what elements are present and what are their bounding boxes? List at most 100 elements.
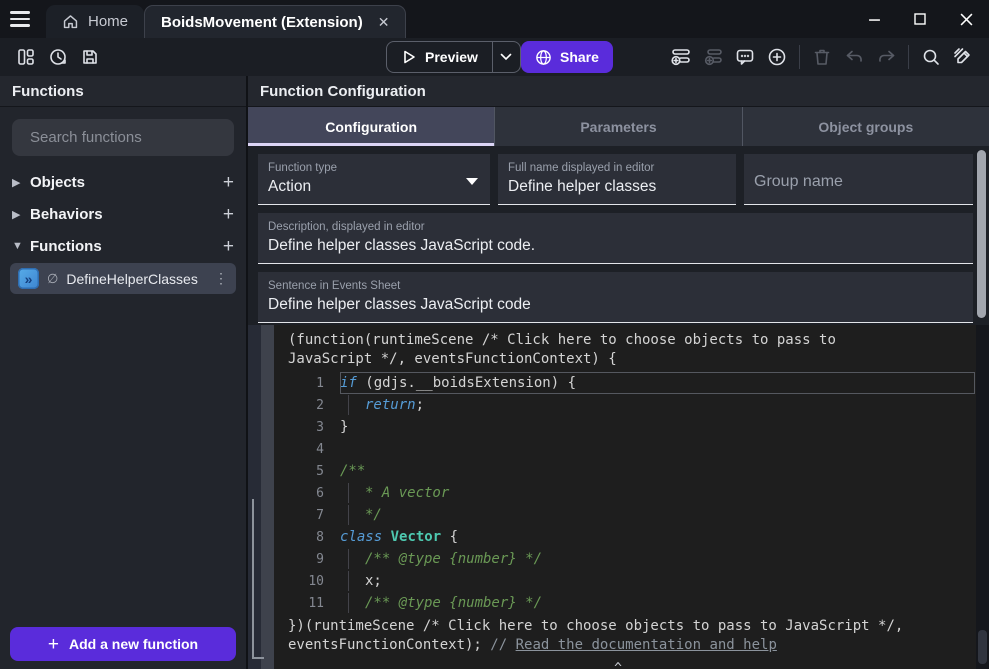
code-content[interactable]: return; xyxy=(340,394,975,416)
main-menu-button[interactable] xyxy=(0,0,40,38)
add-subevent-button[interactable] xyxy=(697,41,729,73)
documentation-link[interactable]: Read the documentation and help xyxy=(516,637,777,653)
search-button[interactable] xyxy=(915,41,947,73)
events-sheet-drag-handle[interactable] xyxy=(261,325,274,669)
history-icon xyxy=(48,47,68,67)
search-functions-box[interactable] xyxy=(12,119,234,156)
code-content[interactable]: } xyxy=(340,416,975,438)
function-item-definehelperclasses[interactable]: » ∅ DefineHelperClasses ⋮ xyxy=(10,263,236,294)
configuration-tabs: Configuration Parameters Object groups xyxy=(248,107,989,146)
line-number: 3 xyxy=(288,420,324,435)
add-object-icon[interactable]: + xyxy=(223,173,234,192)
code-line[interactable]: 3} xyxy=(288,416,975,438)
code-line[interactable]: 10 x; xyxy=(288,570,975,592)
undo-button[interactable] xyxy=(838,41,870,73)
toolbar-right-icons xyxy=(665,41,979,73)
code-content[interactable] xyxy=(340,438,975,460)
code-line[interactable]: 6 * A vector xyxy=(288,482,975,504)
code-content[interactable]: /** @type {number} */ xyxy=(340,592,975,614)
app-window: Home BoidsMovement (Extension) ✕ xyxy=(0,0,989,669)
home-icon xyxy=(62,13,79,30)
functions-sidebar: Functions ▶ Objects + ▶ Behaviors + ▼ Fu… xyxy=(0,76,248,669)
code-line[interactable]: 2 return; xyxy=(288,394,975,416)
code-content[interactable]: if (gdjs.__boidsExtension) { xyxy=(340,372,975,394)
preview-split-button: Preview xyxy=(386,41,521,73)
group-name-field[interactable]: Group name xyxy=(744,154,973,205)
js-code-editor[interactable]: (function(runtimeScene /* Click here to … xyxy=(274,325,989,669)
code-content[interactable]: /** xyxy=(340,460,975,482)
minimize-button[interactable] xyxy=(851,0,897,38)
save-button[interactable] xyxy=(74,41,106,73)
search-icon xyxy=(921,47,941,67)
sidebar-section-functions[interactable]: ▼ Functions + xyxy=(0,230,246,262)
code-content[interactable]: /** @type {number} */ xyxy=(340,548,975,570)
code-line[interactable]: 8class Vector { xyxy=(288,526,975,548)
code-line[interactable]: 11/** @type {number} */ xyxy=(288,592,975,614)
tab-configuration[interactable]: Configuration xyxy=(248,107,495,146)
add-behavior-icon[interactable]: + xyxy=(223,205,234,224)
globe-icon xyxy=(535,49,552,66)
close-button[interactable] xyxy=(943,0,989,38)
edit-properties-button[interactable] xyxy=(947,41,979,73)
edit-properties-icon xyxy=(952,46,974,68)
content: Functions ▶ Objects + ▶ Behaviors + ▼ Fu… xyxy=(0,76,989,669)
tab-close-icon[interactable]: ✕ xyxy=(378,14,390,31)
full-name-field[interactable]: Full name displayed in editor Define hel… xyxy=(498,154,736,205)
code-content[interactable]: * A vector xyxy=(340,482,975,504)
delete-button[interactable] xyxy=(806,41,838,73)
tab-extension[interactable]: BoidsMovement (Extension) ✕ xyxy=(144,5,406,38)
code-line[interactable]: 4 xyxy=(288,438,975,460)
chevron-right-icon: ▶ xyxy=(12,208,22,221)
line-number: 2 xyxy=(288,398,324,413)
chevron-down-icon xyxy=(500,53,512,61)
dropdown-caret-icon xyxy=(466,178,478,185)
play-icon xyxy=(401,49,417,65)
preview-options-button[interactable] xyxy=(492,42,520,72)
footer-comment-slashes: // xyxy=(490,637,515,653)
main-panel-title: Function Configuration xyxy=(248,76,989,107)
redo-button[interactable] xyxy=(870,41,902,73)
code-scrollbar-thumb[interactable] xyxy=(978,630,987,664)
events-sheet: (function(runtimeScene /* Click here to … xyxy=(248,325,989,669)
add-comment-button[interactable] xyxy=(729,41,761,73)
add-new-function-button[interactable]: + Add a new function xyxy=(10,627,236,661)
private-function-icon: ∅ xyxy=(47,271,58,287)
code-content[interactable]: class Vector { xyxy=(340,526,975,548)
description-field[interactable]: Description, displayed in editor Define … xyxy=(258,213,973,264)
layout-panels-button[interactable] xyxy=(10,41,42,73)
item-menu-icon[interactable]: ⋮ xyxy=(214,270,228,287)
history-button[interactable] xyxy=(42,41,74,73)
preview-button[interactable]: Preview xyxy=(387,42,492,72)
code-header-line[interactable]: (function(runtimeScene /* Click here to … xyxy=(288,331,928,369)
indent-guide xyxy=(348,505,365,525)
line-number: 6 xyxy=(288,486,324,501)
plus-icon: + xyxy=(48,635,59,654)
maximize-button[interactable] xyxy=(897,0,943,38)
sidebar-section-objects[interactable]: ▶ Objects + xyxy=(0,166,246,198)
search-functions-input[interactable] xyxy=(30,129,229,146)
code-scrollbar[interactable] xyxy=(976,325,989,669)
code-lines: 1if (gdjs.__boidsExtension) {2return;3}4… xyxy=(288,372,975,614)
code-line[interactable]: 5/** xyxy=(288,460,975,482)
tab-parameters[interactable]: Parameters xyxy=(495,107,742,146)
tab-object-groups[interactable]: Object groups xyxy=(743,107,989,146)
add-function-icon[interactable]: + xyxy=(223,237,234,256)
form-scrollbar[interactable] xyxy=(977,150,986,318)
add-event-button[interactable] xyxy=(665,41,697,73)
line-number: 10 xyxy=(288,574,324,589)
titlebar: Home BoidsMovement (Extension) ✕ xyxy=(0,0,989,38)
code-content[interactable]: */ xyxy=(340,504,975,526)
share-button[interactable]: Share xyxy=(521,41,613,73)
code-line[interactable]: 7*/ xyxy=(288,504,975,526)
minimize-icon xyxy=(868,13,881,26)
collapse-caret[interactable]: ^ xyxy=(288,661,948,669)
code-line[interactable]: 9/** @type {number} */ xyxy=(288,548,975,570)
tab-home[interactable]: Home xyxy=(46,5,144,38)
sentence-field[interactable]: Sentence in Events Sheet Define helper c… xyxy=(258,272,973,323)
sidebar-section-behaviors[interactable]: ▶ Behaviors + xyxy=(0,198,246,230)
choose-event-button[interactable] xyxy=(761,41,793,73)
function-type-select[interactable]: Function type Action xyxy=(258,154,490,205)
code-line[interactable]: 1if (gdjs.__boidsExtension) { xyxy=(288,372,975,394)
code-content[interactable]: x; xyxy=(340,570,975,592)
chevron-down-icon: ▼ xyxy=(12,240,22,252)
